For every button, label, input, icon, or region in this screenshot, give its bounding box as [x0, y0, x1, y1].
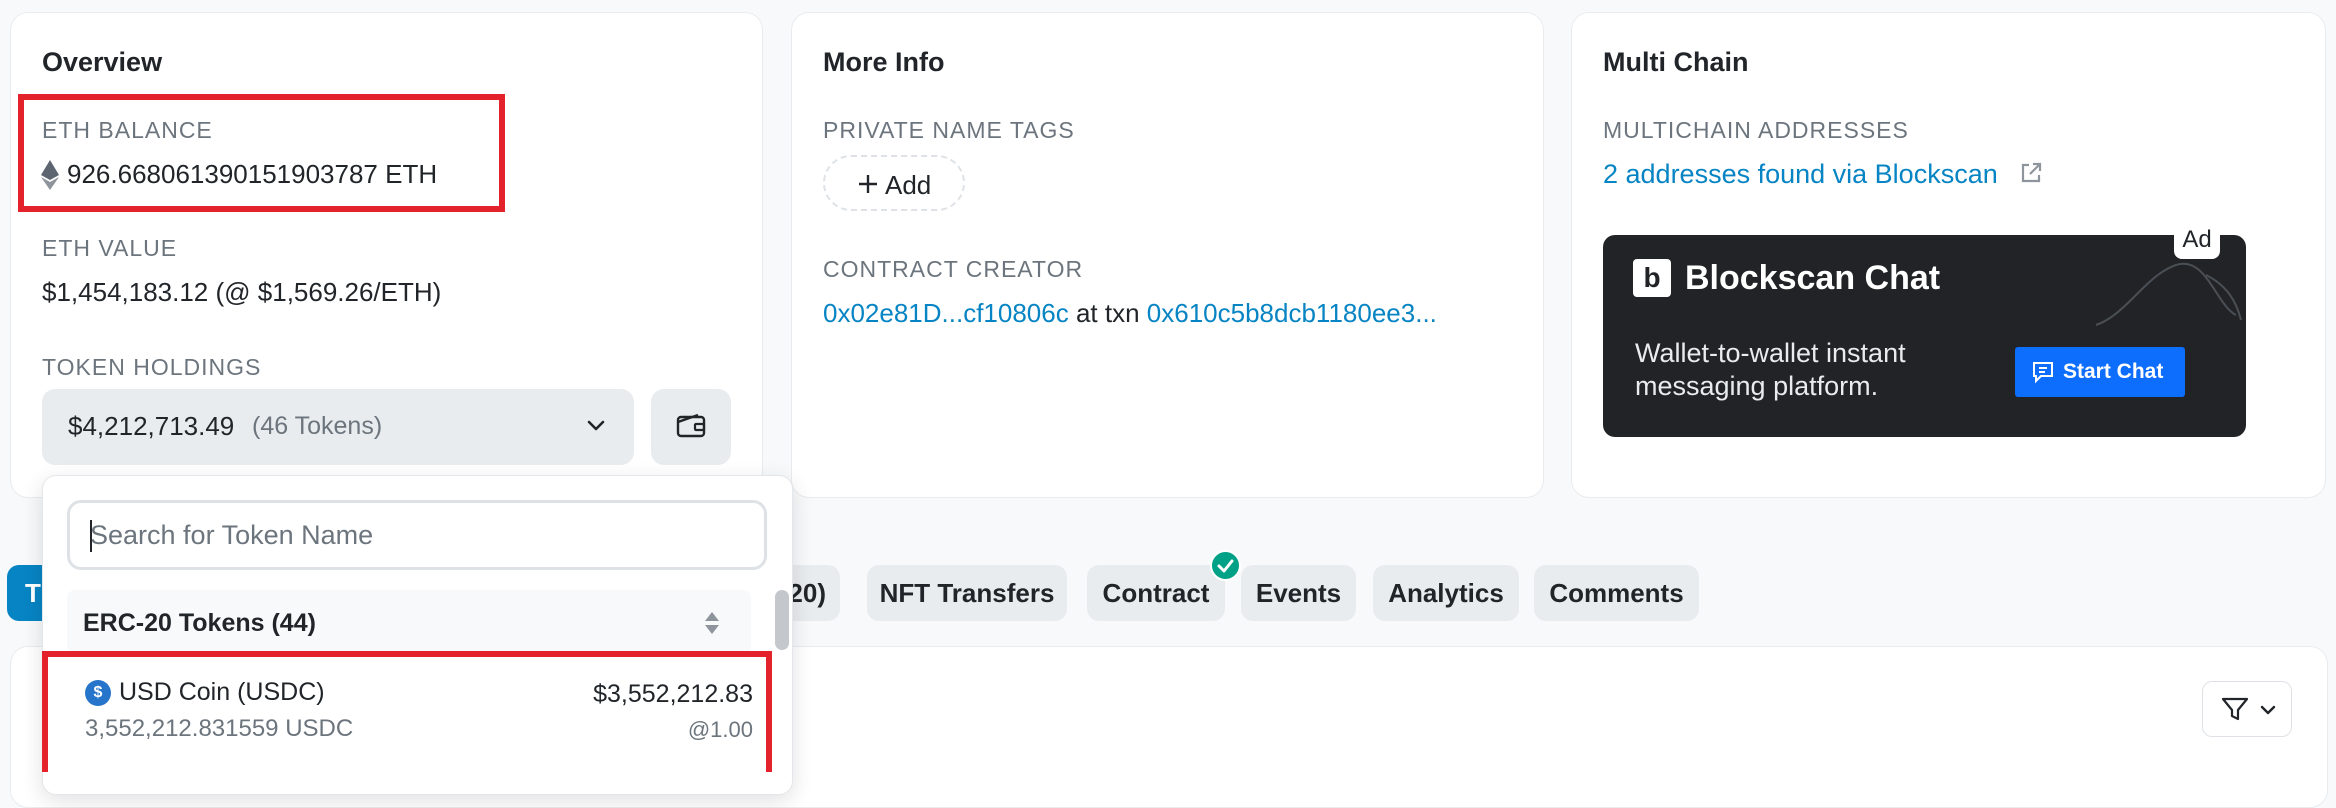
chat-icon	[2031, 360, 2055, 389]
erc20-group-header[interactable]: ERC-20 Tokens (44)	[67, 590, 751, 654]
contract-creator-line: 0x02e81D...cf10806c at txn 0x610c5b8dcb1…	[823, 298, 1437, 329]
ad-brand: Blockscan Chat	[1685, 259, 1941, 297]
ad-line-2: messaging platform.	[1635, 371, 1879, 401]
multichain-addresses-link[interactable]: 2 addresses found via Blockscan	[1603, 159, 1998, 189]
external-link-icon[interactable]	[2019, 161, 2043, 192]
filter-button[interactable]	[2202, 681, 2292, 737]
tab-comments[interactable]: Comments	[1534, 565, 1699, 621]
private-tags-label: PRIVATE NAME TAGS	[823, 117, 1075, 143]
add-tag-button[interactable]: Add	[823, 155, 965, 211]
dropdown-scrollbar[interactable]	[775, 590, 789, 650]
token-holdings-value: $4,212,713.49	[68, 411, 235, 441]
multichain-addresses-label: MULTICHAIN ADDRESSES	[1603, 117, 1909, 143]
at-txn-text: at txn	[1075, 298, 1140, 328]
start-chat-label: Start Chat	[2063, 360, 2164, 383]
usdc-item-highlight	[42, 651, 772, 772]
token-holdings-label: TOKEN HOLDINGS	[42, 354, 262, 380]
blockscan-chat-ad[interactable]: b Blockscan Chat Wallet-to-wallet instan…	[1603, 235, 2246, 437]
more-info-title: More Info	[823, 47, 945, 77]
token-holdings-count: (46 Tokens)	[252, 412, 383, 440]
wallet-button[interactable]	[651, 389, 731, 465]
creator-address-link[interactable]: 0x02e81D...cf10806c	[823, 298, 1069, 328]
start-chat-button[interactable]: Start Chat	[2015, 347, 2185, 397]
sort-icon	[703, 610, 721, 641]
eth-balance-highlight	[18, 94, 505, 212]
plus-icon	[857, 173, 879, 200]
eth-value-label: ETH VALUE	[42, 235, 178, 261]
tab-analytics[interactable]: Analytics	[1373, 565, 1519, 621]
chevron-down-icon	[2259, 703, 2277, 721]
ad-badge: Ad	[2174, 221, 2220, 259]
add-label: Add	[885, 170, 932, 200]
checkmark-icon	[1210, 550, 1241, 581]
token-holdings-select[interactable]: $4,212,713.49 (46 Tokens)	[42, 389, 634, 465]
blockscan-logo-icon: b	[1633, 259, 1671, 297]
multi-chain-card: Multi Chain MULTICHAIN ADDRESSES 2 addre…	[1571, 12, 2326, 498]
token-search-input[interactable]	[67, 500, 767, 570]
eth-value-value: $1,454,183.12 (@ $1,569.26/ETH)	[42, 277, 442, 307]
text-caret	[90, 520, 92, 552]
ad-line-1: Wallet-to-wallet instant	[1635, 338, 1906, 368]
more-info-card: More Info PRIVATE NAME TAGS Add CONTRACT…	[791, 12, 1544, 498]
tab-contract[interactable]: Contract	[1087, 565, 1225, 621]
multichain-addresses-line: 2 addresses found via Blockscan	[1603, 159, 2043, 192]
tab-nft-transfers[interactable]: NFT Transfers	[867, 565, 1067, 621]
creator-txn-link[interactable]: 0x610c5b8dcb1180ee3...	[1147, 298, 1437, 328]
filter-icon	[2221, 696, 2249, 727]
contract-creator-label: CONTRACT CREATOR	[823, 256, 1084, 282]
multi-chain-title: Multi Chain	[1603, 47, 1749, 77]
erc20-group-label: ERC-20 Tokens (44)	[83, 609, 316, 637]
overview-title: Overview	[42, 47, 163, 77]
tab-events[interactable]: Events	[1241, 565, 1356, 621]
chevron-down-icon	[586, 419, 606, 438]
wallet-icon	[676, 413, 706, 444]
